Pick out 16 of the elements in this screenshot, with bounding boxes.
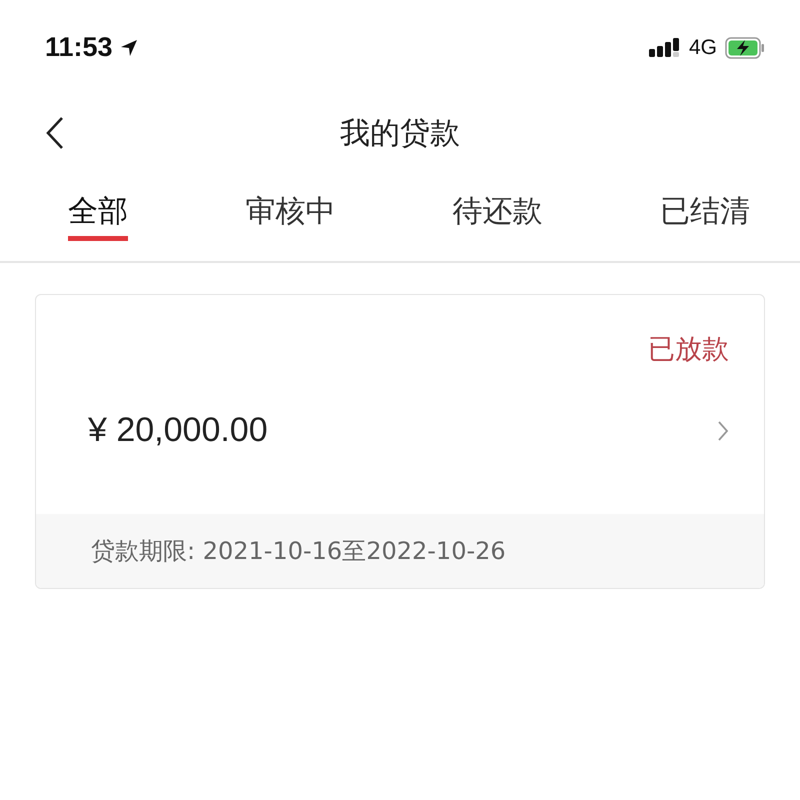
battery-charging-icon	[725, 36, 765, 58]
chevron-right-icon	[717, 420, 729, 442]
loan-term: 贷款期限: 2021-10-16至2022-10-26	[91, 536, 506, 567]
loan-card[interactable]: 已放款 ¥ 20,000.00 贷款期限: 2021-10-16至2022-10-26	[35, 294, 765, 589]
tab[interactable]: 已结清	[660, 171, 750, 241]
signal-icon	[648, 36, 681, 58]
page-title: 我的贷款	[340, 114, 460, 152]
loan-status: 已放款	[648, 333, 729, 367]
location-arrow-icon	[118, 38, 139, 58]
loan-amount: ¥ 20,000.00	[88, 411, 268, 450]
tab[interactable]: 审核中	[245, 171, 336, 241]
status-time: 11:53	[45, 32, 113, 63]
tab[interactable]: 全部	[68, 171, 128, 241]
back-icon[interactable]	[45, 116, 65, 150]
network-label: 4G	[688, 36, 717, 60]
tab[interactable]: 待还款	[452, 171, 543, 241]
